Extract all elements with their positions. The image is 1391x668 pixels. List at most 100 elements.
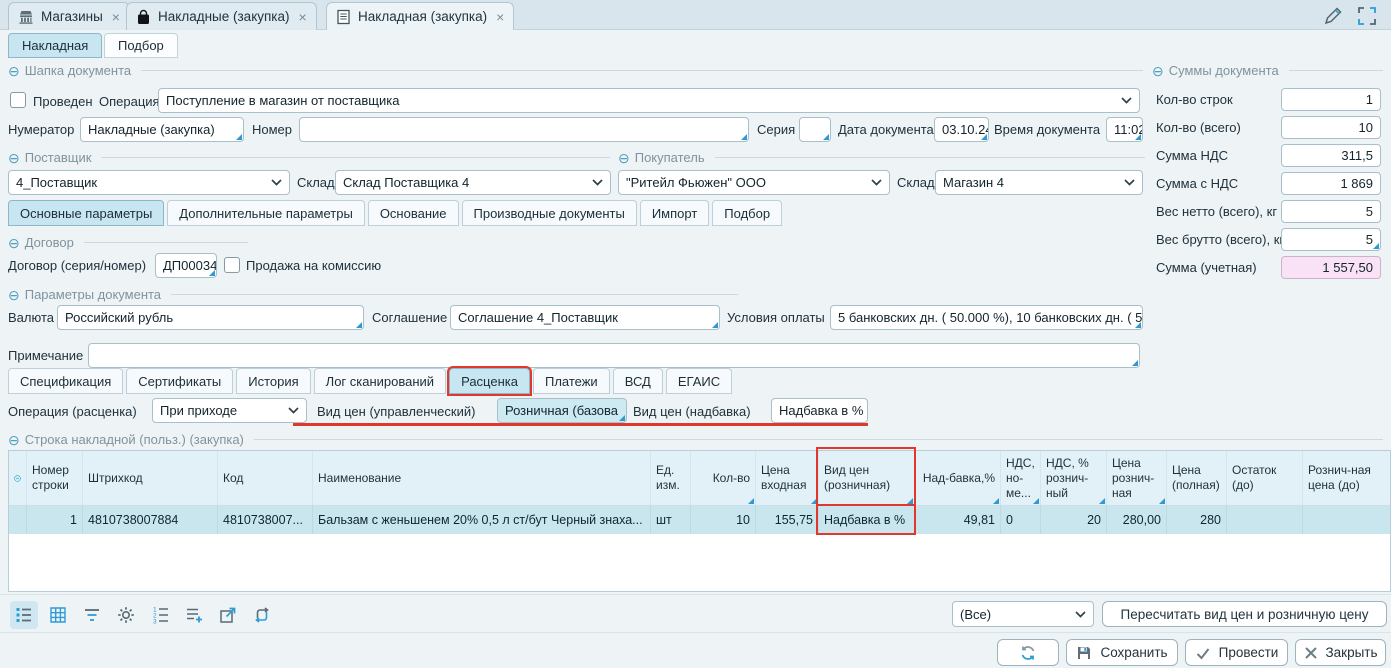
payment-terms-input[interactable]: 5 банковских дн. ( 50.000 %), 10 банковс…	[830, 305, 1143, 330]
post-button[interactable]: Провести	[1185, 639, 1288, 666]
col-qty[interactable]: Кол-во	[691, 451, 756, 505]
check-icon	[1195, 645, 1211, 661]
contract-number-input[interactable]: ДП00034	[155, 253, 217, 278]
collapse-icon[interactable]	[8, 151, 20, 165]
tab-derived-docs[interactable]: Производные документы	[462, 200, 637, 226]
tab-basis[interactable]: Основание	[368, 200, 459, 226]
section-title: Шапка документа	[25, 63, 131, 78]
sum-lines-count-input[interactable]: 1	[1281, 88, 1381, 111]
list-view-button[interactable]	[10, 601, 38, 629]
tab-main-params[interactable]: Основные параметры	[8, 200, 164, 226]
fullscreen-icon[interactable]	[1356, 5, 1378, 27]
collapse-icon[interactable]	[8, 236, 20, 250]
filter-button[interactable]	[78, 601, 106, 629]
tab-pricing[interactable]: Расценка	[449, 368, 530, 394]
window-tab-label: Накладные (закупка)	[158, 9, 290, 24]
col-barcode[interactable]: Штрихкод	[83, 451, 218, 505]
col-full-price[interactable]: Цена (полная)	[1167, 451, 1227, 505]
reload-lines-button[interactable]	[248, 601, 276, 629]
currency-input[interactable]: Российский рубль	[57, 305, 364, 330]
markup-price-select[interactable]: Надбавка в %	[771, 398, 868, 423]
tab-extra-params[interactable]: Дополнительные параметры	[167, 200, 365, 226]
settings-button[interactable]	[112, 601, 140, 629]
supplier-warehouse-select[interactable]: Склад Поставщика 4	[335, 170, 611, 195]
col-retail-price[interactable]: Цена рознич-ная	[1107, 451, 1167, 505]
window-tab-shops[interactable]: Магазины ×	[8, 2, 130, 30]
collapse-icon[interactable]	[618, 151, 630, 165]
mgmt-price-input[interactable]: Розничная (базова	[497, 398, 627, 423]
gear-icon	[116, 605, 136, 625]
col-stock-before[interactable]: Остаток (до)	[1227, 451, 1303, 505]
save-button[interactable]: Сохранить	[1066, 639, 1178, 666]
pricing-operation-select[interactable]: При приходе	[152, 398, 307, 423]
tab-selection[interactable]: Подбор	[104, 33, 178, 58]
table-row[interactable]: 1 4810738007884 4810738007... Бальзам с …	[9, 506, 1390, 534]
edit-pencil-icon[interactable]	[1322, 5, 1344, 27]
collapse-icon[interactable]	[8, 64, 20, 78]
col-vat-retail-pct[interactable]: НДС, % рознич-ный	[1041, 451, 1107, 505]
collapse-icon[interactable]	[8, 433, 20, 447]
note-input[interactable]	[88, 343, 1140, 368]
close-icon[interactable]: ×	[299, 9, 307, 25]
net-weight-input[interactable]: 5	[1281, 200, 1381, 223]
tab-specification[interactable]: Спецификация	[8, 368, 123, 394]
tab-import[interactable]: Импорт	[640, 200, 709, 226]
collapse-icon[interactable]	[8, 288, 20, 302]
tab-payments[interactable]: Платежи	[533, 368, 610, 394]
section-sums: Суммы документа	[1152, 63, 1383, 78]
gross-weight-input[interactable]: 5	[1281, 228, 1381, 251]
numerator-input[interactable]: Накладные (закупка)	[80, 117, 244, 142]
collapse-icon[interactable]	[1152, 64, 1164, 78]
export-button[interactable]	[214, 601, 242, 629]
sum-vat-input[interactable]: 311,5	[1281, 144, 1381, 167]
col-retail-price-before[interactable]: Рознич-ная цена (до)	[1303, 451, 1391, 505]
doc-time-input[interactable]: 11:02	[1106, 117, 1143, 142]
tab-certificates[interactable]: Сертификаты	[126, 368, 233, 394]
col-code[interactable]: Код	[218, 451, 313, 505]
posted-checkbox[interactable]	[10, 92, 26, 108]
window-tab-invoices[interactable]: Накладные (закупка) ×	[126, 2, 317, 30]
number-input[interactable]	[299, 117, 749, 142]
window-tab-invoice[interactable]: Накладная (закупка) ×	[326, 2, 514, 30]
tab-pick[interactable]: Подбор	[712, 200, 782, 226]
series-input[interactable]	[799, 117, 831, 142]
col-line-number[interactable]: Номер строки	[27, 451, 83, 505]
close-icon[interactable]: ×	[496, 9, 504, 25]
red-underline-annotation	[293, 423, 868, 426]
doc-date-input[interactable]: 03.10.24	[934, 117, 989, 142]
recalc-prices-button[interactable]: Пересчитать вид цен и розничную цену	[1102, 601, 1387, 627]
refresh-button[interactable]	[997, 639, 1059, 666]
numbered-list-button[interactable]: 123	[147, 601, 175, 629]
tab-history[interactable]: История	[236, 368, 310, 394]
col-markup-pct[interactable]: Над-бавка,%	[915, 451, 1001, 505]
col-input-price[interactable]: Цена входная	[756, 451, 819, 505]
doc-time-label: Время документа	[994, 122, 1100, 137]
operation-select[interactable]: Поступление в магазин от поставщика	[158, 88, 1140, 113]
buyer-warehouse-select[interactable]: Магазин 4	[935, 170, 1143, 195]
sum-with-vat-input[interactable]: 1 869	[1281, 172, 1381, 195]
supplier-select[interactable]: 4_Поставщик	[8, 170, 290, 195]
close-icon[interactable]: ×	[112, 9, 120, 25]
collapse-rows-icon[interactable]	[9, 451, 27, 505]
tab-egais[interactable]: ЕГАИС	[666, 368, 732, 394]
col-unit[interactable]: Ед. изм.	[651, 451, 691, 505]
rows-filter-select[interactable]: (Все)	[952, 601, 1094, 627]
number-label: Номер	[252, 122, 292, 137]
grid-view-button[interactable]	[44, 601, 72, 629]
accounting-sum-input[interactable]: 1 557,50	[1281, 256, 1381, 279]
buyer-select[interactable]: "Ритейл Фьюжен" ООО	[618, 170, 890, 195]
sum-qty-total-input[interactable]: 10	[1281, 116, 1381, 139]
agreement-input[interactable]: Соглашение 4_Поставщик	[450, 305, 720, 330]
window-tab-label: Накладная (закупка)	[358, 9, 487, 24]
col-vat-number[interactable]: НДС, но-ме...	[1001, 451, 1041, 505]
tab-invoice[interactable]: Накладная	[8, 33, 102, 58]
supplier-warehouse-label: Склад	[297, 175, 335, 190]
close-button[interactable]: Закрыть	[1295, 639, 1386, 666]
tab-vsd[interactable]: ВСД	[613, 368, 663, 394]
commission-checkbox[interactable]	[224, 257, 240, 273]
add-line-button[interactable]	[180, 601, 208, 629]
tab-scan-log[interactable]: Лог сканирований	[314, 368, 446, 394]
col-name[interactable]: Наименование	[313, 451, 651, 505]
section-title: Поставщик	[25, 150, 92, 165]
param-tab-bar: Основные параметры Дополнительные параме…	[8, 200, 782, 226]
